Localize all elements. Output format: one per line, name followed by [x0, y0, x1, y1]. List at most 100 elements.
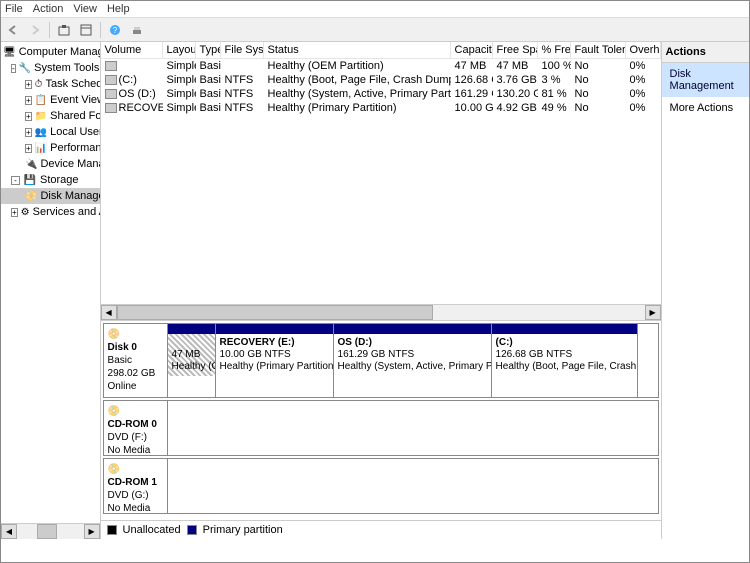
- col-fault[interactable]: Fault Tolerance: [571, 42, 626, 58]
- partition[interactable]: 47 MBHealthy (OEI: [168, 324, 216, 397]
- menu-file[interactable]: File: [5, 3, 23, 15]
- partition-body: 47 MBHealthy (OEI: [168, 334, 215, 376]
- col-freespace[interactable]: Free Space: [493, 42, 538, 58]
- expand-icon[interactable]: +: [25, 96, 32, 105]
- disk-info[interactable]: 📀Disk 0Basic298.02 GBOnline: [104, 324, 168, 397]
- col-capacity[interactable]: Capacity: [451, 42, 493, 58]
- legend-unallocated: Unallocated: [123, 524, 181, 536]
- navigation-tree: 🖥Computer Management (Local -🔧System Too…: [1, 42, 101, 539]
- cell: Simple: [163, 73, 196, 87]
- cell: Basic: [196, 59, 221, 73]
- services-icon: ⚙: [21, 205, 30, 219]
- tree-root[interactable]: 🖥Computer Management (Local: [1, 44, 100, 60]
- col-volume[interactable]: Volume: [101, 42, 163, 58]
- tree-performance[interactable]: +📊Performance: [1, 140, 100, 156]
- expand-icon[interactable]: +: [25, 80, 32, 89]
- forward-button[interactable]: [25, 21, 45, 39]
- action-more[interactable]: More Actions: [662, 97, 749, 119]
- cell: No: [571, 59, 626, 73]
- collapse-icon[interactable]: -: [11, 176, 20, 185]
- actions-pane: Actions Disk Management More Actions: [662, 42, 749, 539]
- cell: Healthy (OEM Partition): [264, 59, 451, 73]
- separator: [49, 22, 50, 38]
- expand-icon[interactable]: +: [11, 208, 18, 217]
- view-button[interactable]: [76, 21, 96, 39]
- toolbar: ?: [1, 18, 749, 42]
- volume-row[interactable]: RECOVERY (E:)SimpleBasicNTFSHealthy (Pri…: [101, 101, 661, 115]
- col-filesystem[interactable]: File System: [221, 42, 264, 58]
- cell: No: [571, 87, 626, 101]
- refresh-button[interactable]: [54, 21, 74, 39]
- partition-body: (C:)126.68 GB NTFSHealthy (Boot, Page Fi…: [492, 334, 637, 376]
- tree-device-manager[interactable]: 🔌Device Manager: [1, 156, 100, 172]
- partition-body: RECOVERY (E:)10.00 GB NTFSHealthy (Prima…: [216, 334, 333, 376]
- partition[interactable]: OS (D:)161.29 GB NTFSHealthy (System, Ac…: [334, 324, 492, 397]
- col-type[interactable]: Type: [196, 42, 221, 58]
- col-overhead[interactable]: Overhea: [626, 42, 661, 58]
- partition-header: [216, 324, 333, 334]
- cell: No: [571, 101, 626, 115]
- menu-view[interactable]: View: [73, 3, 97, 15]
- menu-action[interactable]: Action: [33, 3, 64, 15]
- expand-icon[interactable]: +: [25, 128, 32, 137]
- tree-shared-folders[interactable]: +📁Shared Folders: [1, 108, 100, 124]
- partition-header: [334, 324, 491, 334]
- cell: 0%: [626, 87, 661, 101]
- users-icon: 👥: [35, 125, 47, 139]
- tools-icon: 🔧: [19, 61, 31, 75]
- expand-icon[interactable]: +: [25, 112, 32, 121]
- volume-row[interactable]: OS (D:)SimpleBasicNTFSHealthy (System, A…: [101, 87, 661, 101]
- col-pctfree[interactable]: % Free: [538, 42, 571, 58]
- cell: 47 MB: [451, 59, 493, 73]
- volume-list-header: Volume Layout Type File System Status Ca…: [101, 42, 661, 59]
- device-icon: 🔌: [25, 157, 37, 171]
- collapse-icon[interactable]: -: [11, 64, 16, 73]
- disk-icon: 📀: [25, 189, 37, 203]
- partition[interactable]: (C:)126.68 GB NTFSHealthy (Boot, Page Fi…: [492, 324, 638, 397]
- tree-scrollbar[interactable]: ◀ ▶: [1, 523, 100, 539]
- back-button[interactable]: [3, 21, 23, 39]
- drive-icon: [105, 75, 117, 85]
- scroll-right-icon[interactable]: ▶: [645, 305, 661, 320]
- scrollbar-thumb[interactable]: [37, 524, 57, 539]
- cell: 47 MB: [493, 59, 538, 73]
- tree-event-viewer[interactable]: +📋Event Viewer: [1, 92, 100, 108]
- disk-info[interactable]: 📀CD-ROM 1DVD (G:)No Media: [104, 459, 168, 513]
- tree-task-scheduler[interactable]: +⏱Task Scheduler: [1, 76, 100, 92]
- tree-system-tools[interactable]: -🔧System Tools: [1, 60, 100, 76]
- drive-icon: [105, 103, 117, 113]
- cell: NTFS: [221, 87, 264, 101]
- scroll-left-icon[interactable]: ◀: [1, 524, 17, 539]
- cell: 49 %: [538, 101, 571, 115]
- volume-row[interactable]: (C:)SimpleBasicNTFSHealthy (Boot, Page F…: [101, 73, 661, 87]
- volume-scrollbar[interactable]: ◀ ▶: [101, 304, 661, 320]
- tree-disk-management[interactable]: 📀Disk Management: [1, 188, 100, 204]
- cell: Basic: [196, 73, 221, 87]
- disk-icon: 📀: [108, 464, 120, 475]
- cell: 4.92 GB: [493, 101, 538, 115]
- col-status[interactable]: Status: [264, 42, 451, 58]
- tree-services[interactable]: +⚙Services and Applications: [1, 204, 100, 220]
- menu-help[interactable]: Help: [107, 3, 130, 15]
- cell: 126.68 GB: [451, 73, 493, 87]
- disk-row: 📀CD-ROM 0DVD (F:)No Media: [103, 400, 659, 456]
- expand-icon[interactable]: +: [25, 144, 32, 153]
- col-layout[interactable]: Layout: [163, 42, 196, 58]
- volume-row[interactable]: SimpleBasicHealthy (OEM Partition)47 MB4…: [101, 59, 661, 73]
- action-disk-management[interactable]: Disk Management: [662, 63, 749, 97]
- legend: Unallocated Primary partition: [101, 520, 661, 539]
- scrollbar-thumb[interactable]: [117, 305, 434, 320]
- tree-storage[interactable]: -💾Storage: [1, 172, 100, 188]
- cell: Healthy (Primary Partition): [264, 101, 451, 115]
- disk-info[interactable]: 📀CD-ROM 0DVD (F:)No Media: [104, 401, 168, 455]
- disk-graphical-view: 📀Disk 0Basic298.02 GBOnline47 MBHealthy …: [101, 321, 661, 520]
- cell: 161.29 GB: [451, 87, 493, 101]
- folder-icon: 📁: [35, 109, 47, 123]
- scroll-left-icon[interactable]: ◀: [101, 305, 117, 320]
- partition[interactable]: RECOVERY (E:)10.00 GB NTFSHealthy (Prima…: [216, 324, 334, 397]
- tree-local-users[interactable]: +👥Local Users and Groups: [1, 124, 100, 140]
- settings-button[interactable]: [127, 21, 147, 39]
- cell: 10.00 GB: [451, 101, 493, 115]
- scroll-right-icon[interactable]: ▶: [84, 524, 100, 539]
- help-button[interactable]: ?: [105, 21, 125, 39]
